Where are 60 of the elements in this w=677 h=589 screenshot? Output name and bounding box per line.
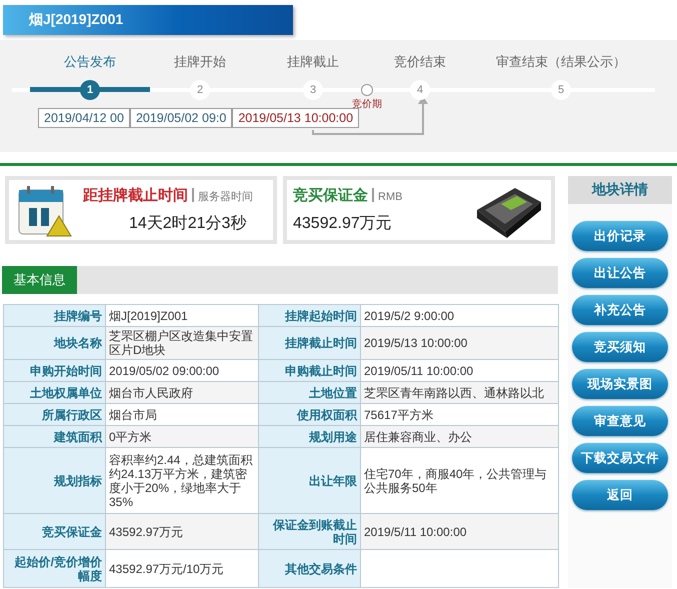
- step-marker: 5: [551, 80, 571, 100]
- field-label: 挂牌截止时间: [258, 326, 360, 360]
- deposit-note: RMB: [378, 191, 402, 203]
- sidebar-button[interactable]: 审查意见: [572, 406, 668, 436]
- sidebar-button[interactable]: 补充公告: [572, 295, 668, 325]
- field-label: 规划用途: [258, 426, 360, 448]
- field-label: 保证金到账截止时间: [258, 514, 360, 550]
- sidebar-button[interactable]: 竞买须知: [572, 332, 668, 362]
- step-marker: 2: [190, 80, 210, 100]
- step-label: 挂牌开始: [174, 53, 226, 71]
- field-label: 挂牌起始时间: [258, 304, 360, 326]
- countdown-title: 距挂牌截止时间: [83, 187, 188, 204]
- field-value: 0平方米: [106, 426, 258, 448]
- step-label: 审查结束（结果公示）: [496, 53, 626, 71]
- date-label: 2019/04/12 00: [38, 108, 130, 128]
- step-marker: 3: [303, 80, 323, 100]
- field-label: 申购开始时间: [4, 360, 106, 382]
- sidebar-button[interactable]: 出让公告: [572, 258, 668, 288]
- field-label: 出让年限: [258, 448, 360, 514]
- field-label: 建筑面积: [4, 426, 106, 448]
- countdown-note: 服务器时间: [198, 191, 253, 203]
- field-value: 43592.97万元: [106, 514, 258, 550]
- field-label: 土地位置: [258, 382, 360, 404]
- step-marker: 1: [80, 80, 100, 100]
- field-value: 芝罘区棚户区改造集中安置区片D地块: [106, 326, 258, 360]
- field-value: 居住兼容商业、办公: [360, 426, 558, 448]
- window-title: 烟J[2019]Z001: [3, 5, 293, 35]
- sidebar-button[interactable]: 出价记录: [572, 221, 668, 251]
- field-value: 43592.97万元/10万元: [106, 550, 258, 588]
- deposit-title: 竞买保证金: [293, 187, 368, 204]
- sidebar-button[interactable]: 现场实景图: [572, 369, 668, 399]
- section-tab[interactable]: 基本信息: [2, 266, 77, 294]
- phase-label: 竞价期: [352, 98, 382, 111]
- field-value: 2019/5/13 10:00:00: [360, 326, 558, 360]
- sidebar-button[interactable]: 返回: [572, 480, 668, 510]
- deposit-value: 43592.97万元: [293, 214, 393, 234]
- field-value: 2019/5/2 9:00:00: [360, 304, 558, 326]
- field-label: 地块名称: [4, 326, 106, 360]
- step-label: 竞价结束: [394, 53, 446, 71]
- sidebar-button[interactable]: 下载交易文件: [572, 443, 668, 473]
- date-label: 2019/05/02 09:0: [130, 108, 232, 128]
- step-label: 公告发布: [64, 53, 116, 71]
- field-label: 竞买保证金: [4, 514, 106, 550]
- field-label: 规划指标: [4, 448, 106, 514]
- field-value: 烟J[2019]Z001: [106, 304, 258, 326]
- field-label: 起始价/竞价增价幅度: [4, 550, 106, 588]
- field-label: 所属行政区: [4, 404, 106, 426]
- field-label: 使用权面积: [258, 404, 360, 426]
- step-label: 挂牌截止: [287, 53, 339, 71]
- sidebar-title: 地块详情: [568, 176, 672, 204]
- field-label: 申购截止时间: [258, 360, 360, 382]
- step-marker: 4: [410, 80, 430, 100]
- countdown-value: 14天2时21分3秒: [129, 214, 248, 234]
- field-value: 烟台市人民政府: [106, 382, 258, 404]
- field-label: 挂牌编号: [4, 304, 106, 326]
- field-value: 芝罘区青年南路以西、通林路以北: [360, 382, 558, 404]
- date-label: 2019/05/13 10:00:00: [232, 108, 360, 128]
- field-value: 2019/5/11 10:00:00: [360, 514, 558, 550]
- field-label: 土地权属单位: [4, 382, 106, 404]
- field-label: 其他交易条件: [258, 550, 360, 588]
